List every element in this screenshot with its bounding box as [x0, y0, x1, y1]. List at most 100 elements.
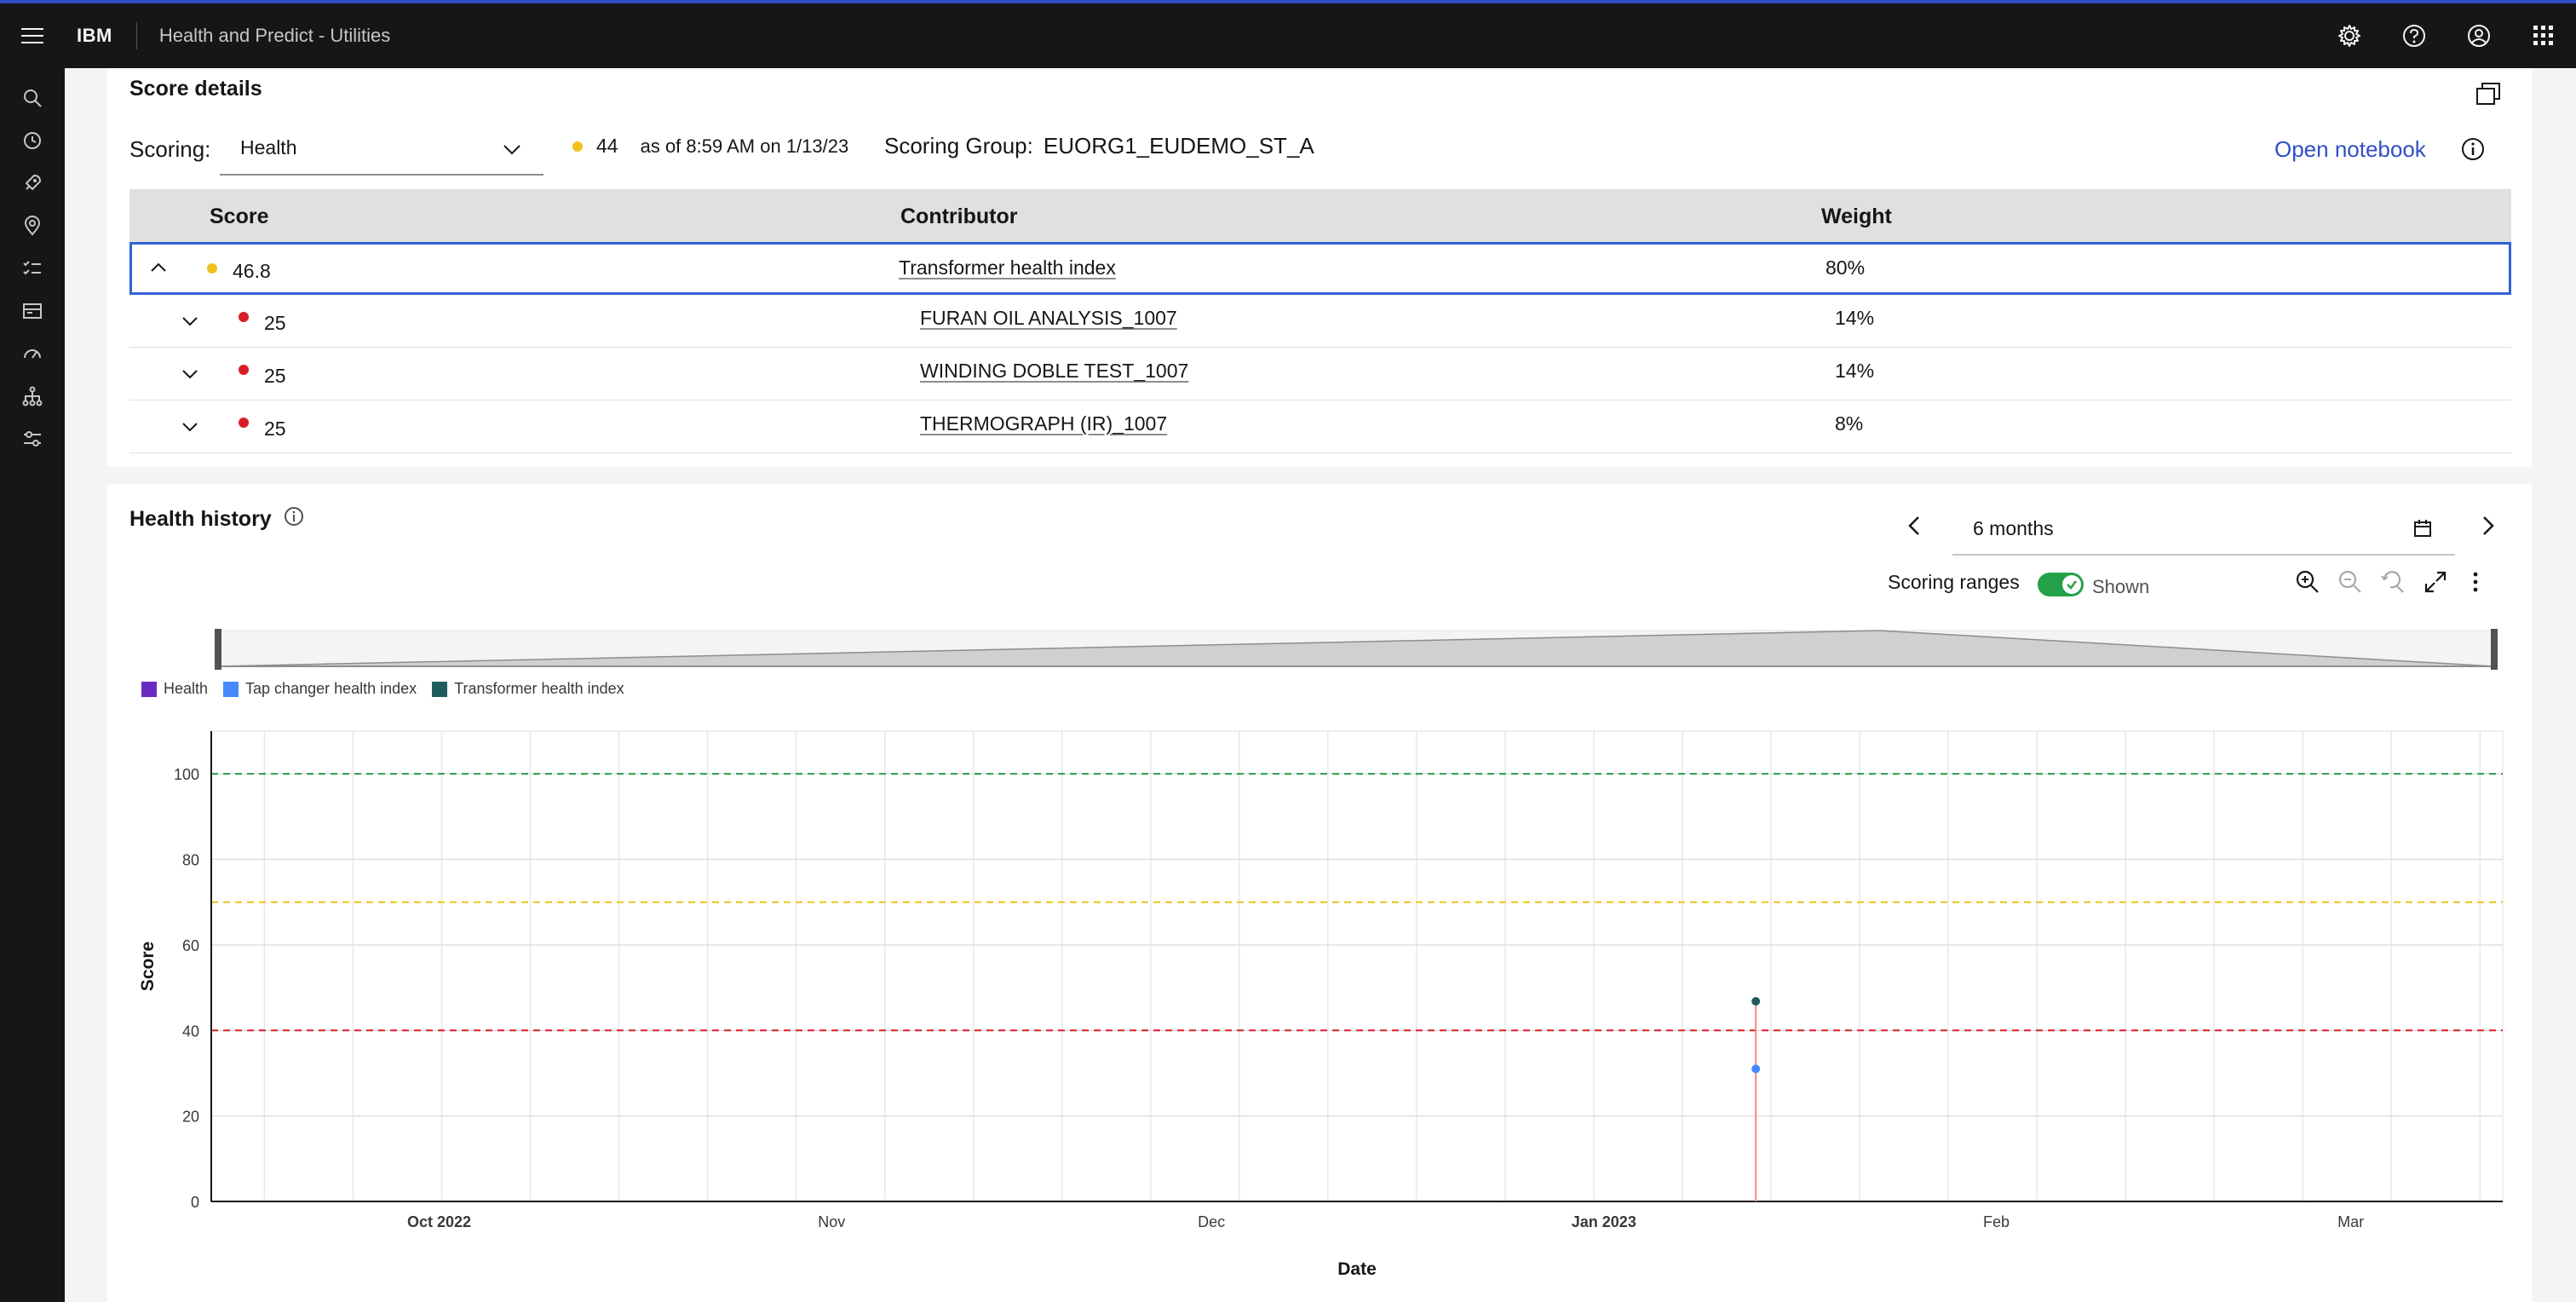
table-row[interactable]: 25 THERMOGRAPH (IR)_1007 8% — [129, 400, 2511, 453]
column-header-contributor[interactable]: Contributor — [900, 205, 1017, 229]
time-range-value: 6 months — [1973, 516, 2054, 539]
brand-logo[interactable]: IBM — [65, 22, 137, 49]
zoom-in-icon[interactable] — [2295, 569, 2320, 599]
data-point — [1751, 997, 1761, 1006]
health-history-chart: 0 20 40 60 80 100 Oct 2022 Nov Dec Jan 2023 Feb Mar… — [138, 730, 2504, 1279]
legend-swatch — [432, 681, 448, 697]
legend-item[interactable]: Health — [141, 680, 208, 698]
chevron-down-icon[interactable] — [181, 312, 199, 335]
search-icon[interactable] — [0, 77, 65, 119]
app-switcher-icon[interactable] — [2511, 3, 2576, 68]
history-icon[interactable] — [0, 119, 65, 162]
y-tick-label: 0 — [191, 1194, 199, 1211]
maximize-icon[interactable] — [2423, 569, 2448, 599]
user-icon[interactable] — [2447, 3, 2511, 68]
scoring-label: Scoring: — [129, 136, 211, 162]
chevron-up-icon[interactable] — [149, 258, 168, 281]
plot-area — [210, 730, 2504, 1202]
row-contributor[interactable]: FURAN OIL ANALYSIS_1007 — [920, 307, 1177, 330]
y-tick-label: 40 — [182, 1023, 199, 1040]
scoring-ranges-state: Shown — [2092, 576, 2150, 597]
status-dot-icon — [239, 365, 249, 375]
next-range-button[interactable] — [2477, 515, 2498, 541]
table-row[interactable]: 25 WINDING DOBLE TEST_1007 14% — [129, 348, 2511, 400]
table-header: Score Contributor Weight — [129, 189, 2511, 242]
legend-label: Health — [164, 680, 209, 697]
reset-zoom-icon[interactable] — [2380, 569, 2406, 599]
score-table: Score Contributor Weight 46.8 Transforme… — [129, 189, 2511, 453]
help-icon[interactable] — [2382, 3, 2447, 68]
y-tick-label: 20 — [182, 1109, 199, 1126]
row-weight: 8% — [1835, 412, 1864, 435]
settings-icon[interactable] — [2317, 3, 2382, 68]
scoring-group-value: EUORG1_EUDEMO_ST_A — [1043, 133, 1314, 158]
x-tick-label: Oct 2022 — [407, 1213, 471, 1230]
checkmark-icon — [2062, 575, 2081, 594]
status-dot-icon — [239, 418, 249, 428]
y-tick-label: 100 — [174, 766, 199, 783]
scoring-dropdown-value: Health — [240, 135, 297, 158]
open-notebook-link[interactable]: Open notebook — [2274, 136, 2426, 163]
score-details-panel: Score details Scoring: Health 44 as of 8… — [107, 68, 2532, 467]
calendar-icon[interactable] — [2412, 518, 2433, 544]
legend-swatch — [223, 681, 239, 697]
column-header-score[interactable]: Score — [210, 205, 268, 229]
zoom-brush[interactable] — [210, 624, 2501, 675]
row-weight: 80% — [1826, 256, 1866, 279]
score-details-title: Score details — [129, 77, 262, 101]
rocket-icon[interactable] — [0, 162, 65, 205]
chevron-down-icon[interactable] — [181, 418, 199, 441]
info-icon[interactable] — [2460, 136, 2486, 166]
health-history-header: Health history — [129, 506, 304, 533]
table-row[interactable]: 46.8 Transformer health index 80% — [129, 242, 2511, 295]
y-axis-label: Score — [138, 942, 158, 991]
data-point — [1751, 1064, 1761, 1074]
left-rail — [0, 68, 65, 1302]
x-tick-label: Feb — [1983, 1213, 2010, 1230]
current-score-value: 44 — [596, 135, 618, 157]
scoring-ranges-toggle[interactable] — [2038, 573, 2084, 596]
status-dot-icon — [572, 141, 583, 152]
app-title: Health and Predict - Utilities — [158, 25, 391, 46]
scoring-dropdown[interactable]: Health — [220, 121, 543, 176]
sliders-icon[interactable] — [0, 418, 65, 460]
gauge-icon[interactable] — [0, 332, 65, 375]
row-weight: 14% — [1835, 307, 1875, 329]
top-navigation-bar: IBM Health and Predict - Utilities — [0, 0, 2576, 68]
scoring-group: Scoring Group: EUORG1_EUDEMO_ST_A — [884, 133, 1314, 159]
brush-handle-right[interactable] — [2491, 629, 2498, 670]
y-tick-label: 60 — [182, 937, 199, 954]
chevron-down-icon[interactable] — [181, 365, 199, 388]
legend-swatch — [141, 681, 157, 697]
column-header-weight[interactable]: Weight — [1821, 205, 1892, 229]
previous-range-button[interactable] — [1905, 515, 1925, 541]
table-row[interactable]: 25 FURAN OIL ANALYSIS_1007 14% — [129, 295, 2511, 348]
time-range-picker[interactable]: 6 months — [1952, 503, 2455, 556]
overflow-menu-icon[interactable] — [2467, 569, 2484, 599]
checklist-icon[interactable] — [0, 247, 65, 290]
scoring-group-label: Scoring Group: — [884, 133, 1033, 158]
zoom-out-icon[interactable] — [2337, 569, 2363, 599]
location-icon[interactable] — [0, 205, 65, 247]
info-icon[interactable] — [284, 506, 304, 533]
menu-icon[interactable] — [0, 3, 65, 68]
row-contributor[interactable]: WINDING DOBLE TEST_1007 — [920, 360, 1188, 383]
health-history-panel: Health history 6 months Scoring ranges S… — [107, 484, 2532, 1302]
chevron-down-icon — [503, 138, 521, 161]
x-tick-label: Jan 2023 — [1572, 1213, 1636, 1230]
dashboard-icon[interactable] — [0, 290, 65, 332]
row-contributor[interactable]: Transformer health index — [899, 256, 1116, 279]
y-tick-label: 80 — [182, 852, 199, 869]
chart-legend: Health Tap changer health index Transfor… — [141, 680, 640, 698]
legend-item[interactable]: Tap changer health index — [223, 680, 417, 698]
row-contributor[interactable]: THERMOGRAPH (IR)_1007 — [920, 412, 1167, 435]
legend-label: Tap changer health index — [245, 680, 417, 697]
legend-item[interactable]: Transformer health index — [432, 680, 624, 698]
current-score: 44 as of 8:59 AM on 1/13/23 — [572, 135, 848, 158]
x-tick-label: Nov — [818, 1213, 845, 1230]
brush-handle-left[interactable] — [215, 629, 221, 670]
hierarchy-icon[interactable] — [0, 375, 65, 418]
x-tick-label: Dec — [1198, 1213, 1225, 1230]
row-score: 25 — [264, 312, 286, 334]
popout-icon[interactable] — [2475, 82, 2501, 110]
